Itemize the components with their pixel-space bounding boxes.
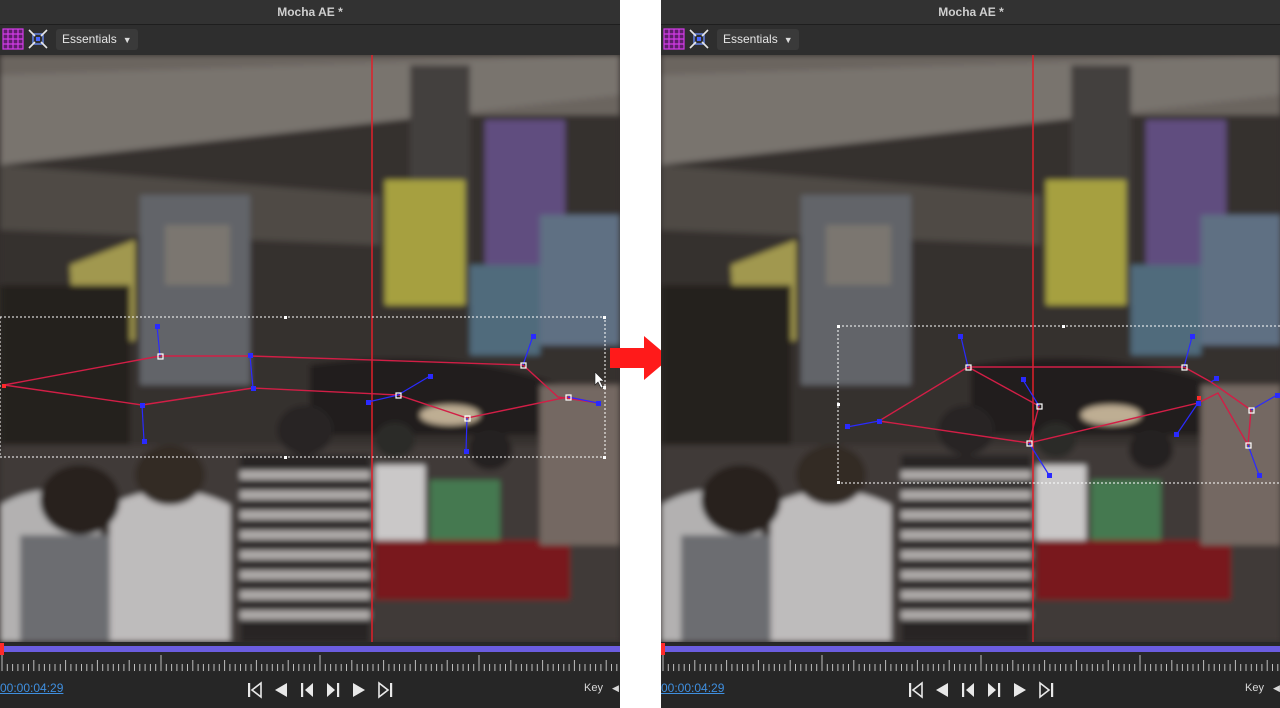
grid-icon[interactable] [663, 28, 685, 50]
go-to-start-icon[interactable] [907, 681, 925, 699]
tracking-overlay [0, 55, 606, 642]
grid-icon[interactable] [2, 28, 24, 50]
play-backward-icon[interactable] [933, 681, 951, 699]
selected-points[interactable] [965, 364, 1255, 449]
step-forward-icon[interactable] [985, 681, 1003, 699]
window-title: Mocha AE * [661, 0, 1280, 25]
chevron-left-icon[interactable]: ◀ [1273, 683, 1280, 694]
spline-shape[interactable] [3, 355, 599, 419]
chevron-down-icon: ▼ [783, 35, 793, 45]
timecode-field[interactable]: 00:00:04:29 [661, 681, 724, 695]
mocha-window-after: Mocha AE * Essentials ▼ 00:00:04:29 Key … [661, 0, 1280, 708]
spline-shape[interactable] [878, 366, 1252, 448]
timecode-field[interactable]: 00:00:04:29 [0, 681, 63, 695]
play-forward-icon[interactable] [1011, 681, 1029, 699]
timeline-range-bar[interactable] [661, 646, 1280, 652]
tangent-handles[interactable] [846, 336, 1278, 476]
timeline-ruler[interactable] [661, 655, 1280, 672]
clip-viewer[interactable] [661, 55, 1280, 642]
toolbar: Essentials ▼ [0, 25, 620, 55]
workspace-dropdown[interactable]: Essentials ▼ [717, 29, 799, 50]
spline-origin-point[interactable] [1197, 396, 1201, 400]
timeline[interactable] [661, 642, 1280, 672]
chevron-left-icon[interactable]: ◀ [612, 683, 619, 694]
surface-box[interactable] [837, 325, 1280, 484]
timeline-ruler[interactable] [0, 655, 620, 672]
tangent-handles[interactable] [141, 325, 599, 452]
chevron-down-icon: ▼ [122, 35, 132, 45]
spline-origin-point[interactable] [2, 384, 6, 388]
go-to-end-icon[interactable] [1037, 681, 1055, 699]
mocha-window-before: Mocha AE * Essentials ▼ 00:00:04:29 Key … [0, 0, 620, 708]
play-forward-icon[interactable] [350, 681, 368, 699]
step-backward-icon[interactable] [298, 681, 316, 699]
window-title: Mocha AE * [0, 0, 620, 25]
playhead-marker[interactable] [661, 643, 665, 655]
clip-viewer[interactable] [0, 55, 620, 642]
playhead-marker[interactable] [0, 643, 4, 655]
workspace-label: Essentials [723, 32, 778, 46]
surface-handles[interactable] [284, 316, 606, 459]
surface-icon[interactable] [27, 28, 49, 50]
transport-bar: 00:00:04:29 Key ◀ [0, 672, 620, 708]
step-backward-icon[interactable] [959, 681, 977, 699]
control-points[interactable] [845, 334, 1280, 478]
mouse-cursor-icon [594, 371, 605, 389]
step-forward-icon[interactable] [324, 681, 342, 699]
tracking-overlay [837, 55, 1280, 642]
surface-handles[interactable] [837, 325, 1065, 484]
timeline[interactable] [0, 642, 620, 672]
play-backward-icon[interactable] [272, 681, 290, 699]
transport-bar: 00:00:04:29 Key ◀ [661, 672, 1280, 708]
toolbar: Essentials ▼ [661, 25, 1280, 55]
surface-box[interactable] [0, 316, 606, 458]
go-to-start-icon[interactable] [246, 681, 264, 699]
control-points[interactable] [140, 324, 601, 454]
key-label: Key [584, 682, 603, 694]
surface-icon[interactable] [688, 28, 710, 50]
go-to-end-icon[interactable] [376, 681, 394, 699]
timeline-range-bar[interactable] [0, 646, 620, 652]
key-label: Key [1245, 682, 1264, 694]
workspace-dropdown[interactable]: Essentials ▼ [56, 29, 138, 50]
workspace-label: Essentials [62, 32, 117, 46]
